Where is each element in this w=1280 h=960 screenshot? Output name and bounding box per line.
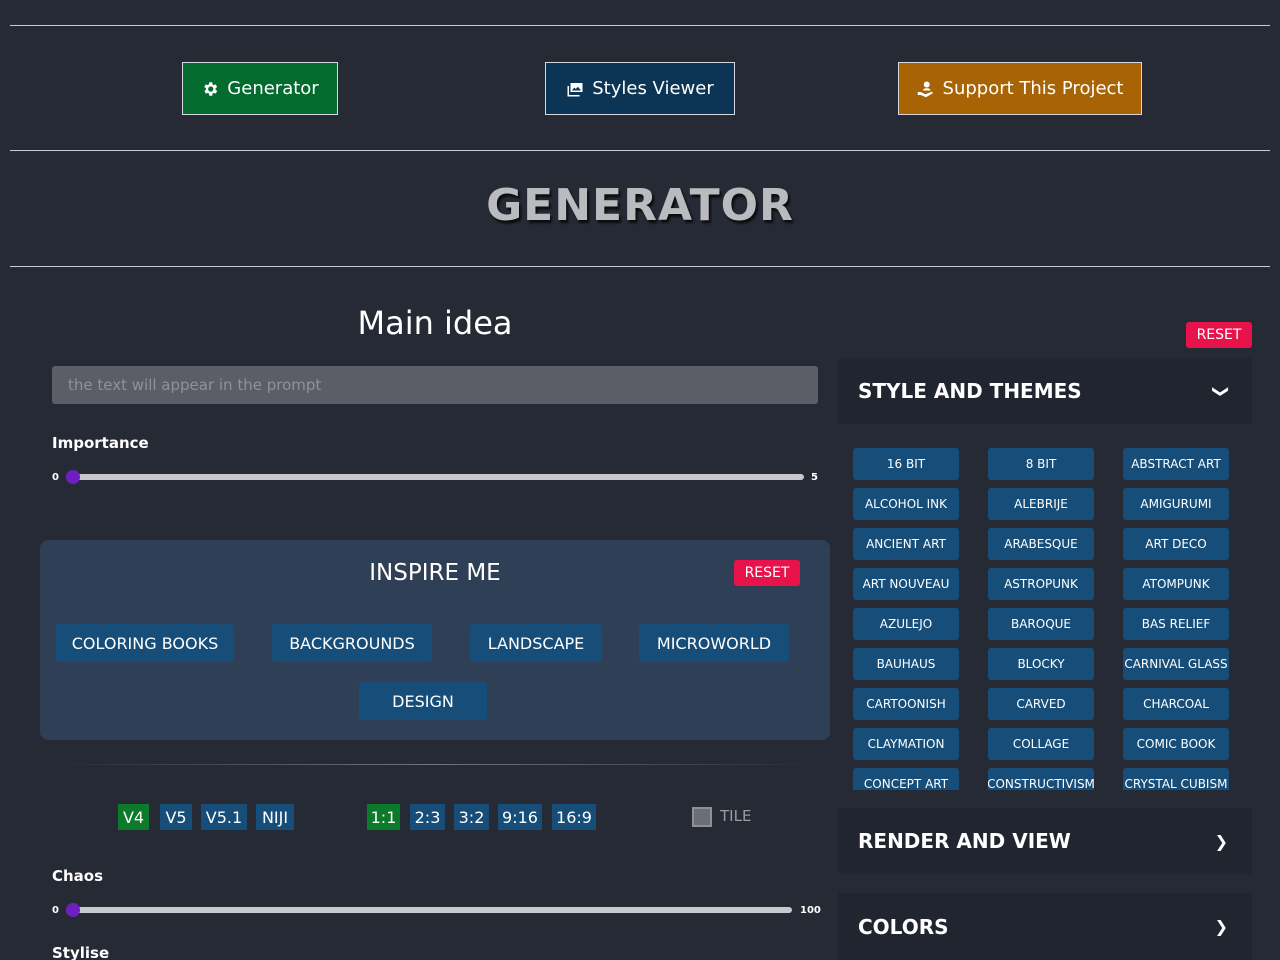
style-chip[interactable]: COMIC BOOK	[1123, 728, 1229, 760]
style-chip[interactable]: CLAYMATION	[853, 728, 959, 760]
main-reset-button[interactable]: RESET	[1186, 322, 1252, 348]
style-chip[interactable]: ART NOUVEAU	[853, 568, 959, 600]
inspire-chip-backgrounds[interactable]: BACKGROUNDS	[272, 624, 432, 662]
style-chip[interactable]: ART DECO	[1123, 528, 1229, 560]
render-view-title: RENDER AND VIEW	[858, 829, 1071, 853]
version-niji[interactable]: NIJI	[256, 804, 294, 830]
inspire-chip-microworld[interactable]: MICROWORLD	[639, 624, 789, 662]
colors-header[interactable]: COLORS ❯	[838, 893, 1252, 960]
tile-checkbox[interactable]	[692, 807, 712, 827]
render-view-header[interactable]: RENDER AND VIEW ❯	[838, 808, 1252, 874]
style-chip[interactable]: ARABESQUE	[988, 528, 1094, 560]
style-chip[interactable]: AZULEJO	[853, 608, 959, 640]
generator-button[interactable]: Generator	[182, 62, 338, 115]
ratio-3-2[interactable]: 3:2	[454, 804, 489, 830]
chaos-label: Chaos	[52, 867, 104, 885]
generator-button-label: Generator	[227, 78, 319, 99]
images-icon	[567, 82, 583, 96]
ratio-1-1[interactable]: 1:1	[367, 804, 400, 830]
inspire-chip-design[interactable]: DESIGN	[359, 682, 487, 720]
style-chip[interactable]: AMIGURUMI	[1123, 488, 1229, 520]
chaos-max: 100	[800, 905, 821, 916]
styles-viewer-button[interactable]: Styles Viewer	[545, 62, 735, 115]
tile-label: TILE	[720, 807, 752, 825]
chaos-slider-thumb[interactable]	[66, 903, 80, 917]
styles-viewer-button-label: Styles Viewer	[592, 78, 714, 99]
version-v5-1[interactable]: V5.1	[201, 804, 247, 830]
style-chip[interactable]: ATOMPUNK	[1123, 568, 1229, 600]
style-chip[interactable]: CHARCOAL	[1123, 688, 1229, 720]
style-chip[interactable]: 16 BIT	[853, 448, 959, 480]
inspire-chip-coloring-books[interactable]: COLORING BOOKS	[56, 624, 234, 662]
gear-icon	[204, 81, 218, 96]
ratio-2-3[interactable]: 2:3	[410, 804, 445, 830]
style-chip[interactable]: BAUHAUS	[853, 648, 959, 680]
version-v4[interactable]: V4	[118, 804, 149, 830]
page-title: GENERATOR	[486, 180, 794, 231]
style-chip[interactable]: ALEBRIJE	[988, 488, 1094, 520]
importance-label: Importance	[52, 434, 149, 452]
top-divider	[10, 25, 1270, 26]
style-chip[interactable]: ANCIENT ART	[853, 528, 959, 560]
chaos-min: 0	[52, 905, 59, 916]
chevron-down-icon: ❯	[1211, 384, 1231, 398]
importance-min: 0	[52, 472, 59, 483]
style-chip[interactable]: COLLAGE	[988, 728, 1094, 760]
styles-grid: 16 BIT 8 BIT ABSTRACT ART ALCOHOL INK ALEBRI…	[838, 424, 1252, 790]
version-v5[interactable]: V5	[160, 804, 192, 830]
style-chip[interactable]: BAS RELIEF	[1123, 608, 1229, 640]
inspire-panel: INSPIRE ME RESET COLORING BOOKS BACKGROU…	[40, 540, 830, 740]
ratio-9-16[interactable]: 9:16	[498, 804, 542, 830]
importance-slider[interactable]	[66, 474, 804, 480]
inspire-chip-landscape[interactable]: LANDSCAPE	[470, 624, 602, 662]
inspire-title: INSPIRE ME	[369, 560, 501, 586]
support-project-button-label: Support This Project	[942, 78, 1124, 99]
style-chip[interactable]: ASTROPUNK	[988, 568, 1094, 600]
style-chip[interactable]: ALCOHOL INK	[853, 488, 959, 520]
style-chip[interactable]: BAROQUE	[988, 608, 1094, 640]
style-themes-header[interactable]: STYLE AND THEMES ❯	[838, 358, 1252, 424]
style-chip[interactable]: CARTOONISH	[853, 688, 959, 720]
importance-max: 5	[811, 472, 818, 483]
chevron-right-icon: ❯	[1214, 917, 1228, 936]
support-project-button[interactable]: Support This Project	[898, 62, 1142, 115]
section-divider	[52, 764, 818, 765]
style-themes-title: STYLE AND THEMES	[858, 379, 1082, 403]
colors-title: COLORS	[858, 914, 949, 939]
style-chip[interactable]: 8 BIT	[988, 448, 1094, 480]
stylise-label: Stylise	[52, 944, 110, 960]
chevron-right-icon: ❯	[1214, 831, 1228, 851]
style-chip[interactable]: CONSTRUCTIVISM	[988, 768, 1094, 790]
main-idea-input[interactable]	[52, 366, 818, 404]
style-chip[interactable]: CRYSTAL CUBISM	[1123, 768, 1229, 790]
hand-holding-user-icon	[917, 81, 933, 97]
main-idea-title: Main idea	[357, 304, 513, 342]
style-chip[interactable]: CARNIVAL GLASS	[1123, 648, 1229, 680]
style-chip[interactable]: ABSTRACT ART	[1123, 448, 1229, 480]
chaos-slider[interactable]	[66, 907, 792, 913]
inspire-reset-button[interactable]: RESET	[734, 560, 800, 586]
title-divider	[10, 266, 1270, 267]
ratio-16-9[interactable]: 16:9	[552, 804, 596, 830]
importance-slider-thumb[interactable]	[66, 470, 80, 484]
style-chip[interactable]: CARVED	[988, 688, 1094, 720]
style-chip[interactable]: CONCEPT ART	[853, 768, 959, 790]
nav-divider	[10, 150, 1270, 151]
style-chip[interactable]: BLOCKY	[988, 648, 1094, 680]
